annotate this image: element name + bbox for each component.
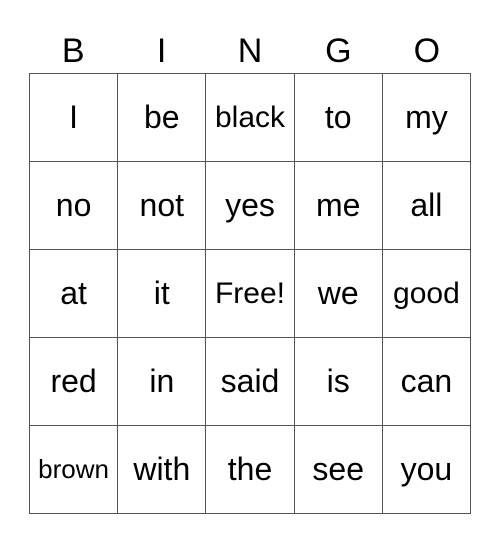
bingo-cell[interactable]: with xyxy=(118,426,207,514)
bingo-cell[interactable]: me xyxy=(294,162,383,250)
bingo-header: B I N G O xyxy=(29,30,471,72)
bingo-cell[interactable]: you xyxy=(382,426,471,514)
bingo-cell[interactable]: red xyxy=(30,338,119,426)
bingo-cell[interactable]: can xyxy=(382,338,471,426)
bingo-cell[interactable]: I xyxy=(30,74,119,162)
bingo-card: I be black to my no not yes me all at it… xyxy=(29,73,471,514)
bingo-cell[interactable]: we xyxy=(294,250,383,338)
header-letter: O xyxy=(413,32,441,70)
bingo-cell[interactable]: good xyxy=(382,250,471,338)
bingo-cell[interactable]: no xyxy=(30,162,119,250)
bingo-cell[interactable]: all xyxy=(382,162,471,250)
bingo-cell[interactable]: is xyxy=(294,338,383,426)
header-letter: I xyxy=(156,32,167,70)
bingo-cell[interactable]: yes xyxy=(206,162,295,250)
bingo-cell[interactable]: see xyxy=(294,426,383,514)
bingo-cell[interactable]: not xyxy=(118,162,207,250)
bingo-cell[interactable]: be xyxy=(118,74,207,162)
bingo-cell[interactable]: at xyxy=(30,250,119,338)
bingo-cell[interactable]: said xyxy=(206,338,295,426)
free-space-cell[interactable]: Free! xyxy=(206,250,295,338)
header-letter: B xyxy=(61,32,85,70)
bingo-cell[interactable]: in xyxy=(118,338,207,426)
bingo-cell[interactable]: the xyxy=(206,426,295,514)
bingo-cell[interactable]: to xyxy=(294,74,383,162)
bingo-cell[interactable]: black xyxy=(206,74,295,162)
bingo-cell[interactable]: brown xyxy=(30,426,119,514)
bingo-cell[interactable]: my xyxy=(382,74,471,162)
header-letter: N xyxy=(237,32,263,70)
header-letter: G xyxy=(325,32,352,70)
bingo-cell[interactable]: it xyxy=(118,250,207,338)
